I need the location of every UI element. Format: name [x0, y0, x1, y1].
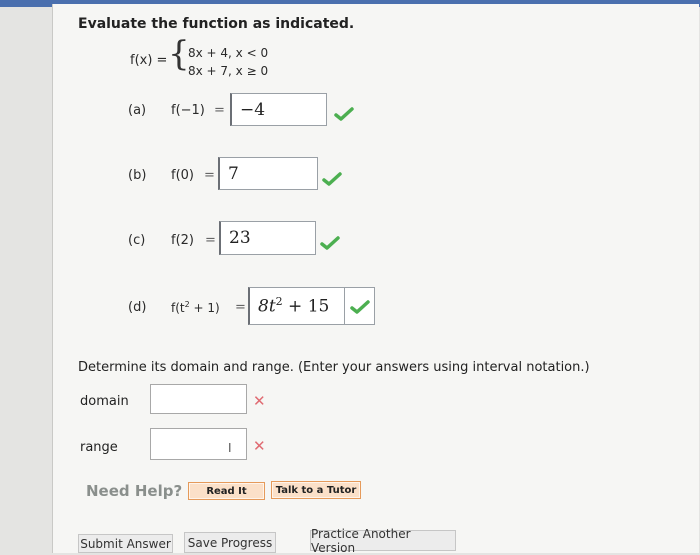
- domain-input[interactable]: [150, 384, 247, 414]
- piece-1: 8x + 4, x < 0: [188, 46, 269, 60]
- domain-range-instruction: Determine its domain and range. (Enter y…: [78, 360, 590, 375]
- text-cursor-icon: I: [228, 441, 232, 455]
- part-b-answer-input[interactable]: 7: [218, 157, 318, 190]
- piecewise-brace: {: [168, 34, 190, 74]
- part-d-answer-value: 8t2 + 15: [258, 295, 329, 317]
- submit-answer-button[interactable]: Submit Answer: [78, 534, 173, 553]
- part-a-answer-value: −4: [240, 99, 266, 120]
- part-c-check-icon: [320, 236, 340, 250]
- question-title: Evaluate the function as indicated.: [78, 16, 355, 32]
- part-d-equals: =: [235, 300, 246, 315]
- part-d-expr-tail: + 1): [189, 301, 220, 315]
- part-a-expr: f(−1): [171, 103, 205, 118]
- part-d-answer-input[interactable]: 8t2 + 15: [248, 287, 345, 325]
- part-a-label: (a): [128, 103, 147, 118]
- range-cross-icon: ✕: [253, 437, 266, 455]
- part-d-expr: f(t2 + 1): [171, 300, 220, 315]
- part-c-expr: f(2): [171, 233, 194, 248]
- part-d-expr-base: f(t: [171, 301, 185, 315]
- range-label: range: [80, 440, 118, 455]
- part-b-equals: =: [204, 168, 215, 183]
- read-it-button[interactable]: Read It: [188, 482, 265, 500]
- need-help-label: Need Help?: [86, 482, 183, 500]
- part-a-answer-input[interactable]: −4: [230, 93, 327, 126]
- function-label: f(x) =: [130, 53, 168, 68]
- piece-2: 8x + 7, x ≥ 0: [188, 64, 269, 78]
- part-b-answer-value: 7: [228, 163, 239, 184]
- range-input[interactable]: I: [150, 428, 247, 460]
- part-a-equals: =: [214, 103, 225, 118]
- part-c-answer-value: 23: [229, 228, 251, 248]
- part-c-answer-input[interactable]: 23: [219, 221, 316, 255]
- part-d-label: (d): [128, 300, 147, 315]
- save-progress-button[interactable]: Save Progress: [184, 532, 276, 553]
- part-b-label: (b): [128, 168, 147, 183]
- question-panel: [52, 4, 699, 553]
- practice-another-version-button[interactable]: Practice Another Version: [310, 527, 456, 555]
- part-d-answer-exponent: 2: [275, 295, 283, 309]
- domain-label: domain: [80, 394, 129, 409]
- part-d-answer-base: 8t: [258, 296, 276, 317]
- part-a-check-icon: [334, 107, 354, 121]
- part-c-equals: =: [205, 233, 216, 248]
- part-b-check-icon: [322, 172, 342, 186]
- part-b-expr: f(0): [171, 168, 194, 183]
- domain-cross-icon: ✕: [253, 392, 266, 410]
- part-d-answer-tail: + 15: [282, 296, 330, 317]
- talk-to-tutor-button[interactable]: Talk to a Tutor: [271, 481, 361, 499]
- part-c-label: (c): [128, 233, 146, 248]
- part-d-check-icon: [350, 300, 370, 314]
